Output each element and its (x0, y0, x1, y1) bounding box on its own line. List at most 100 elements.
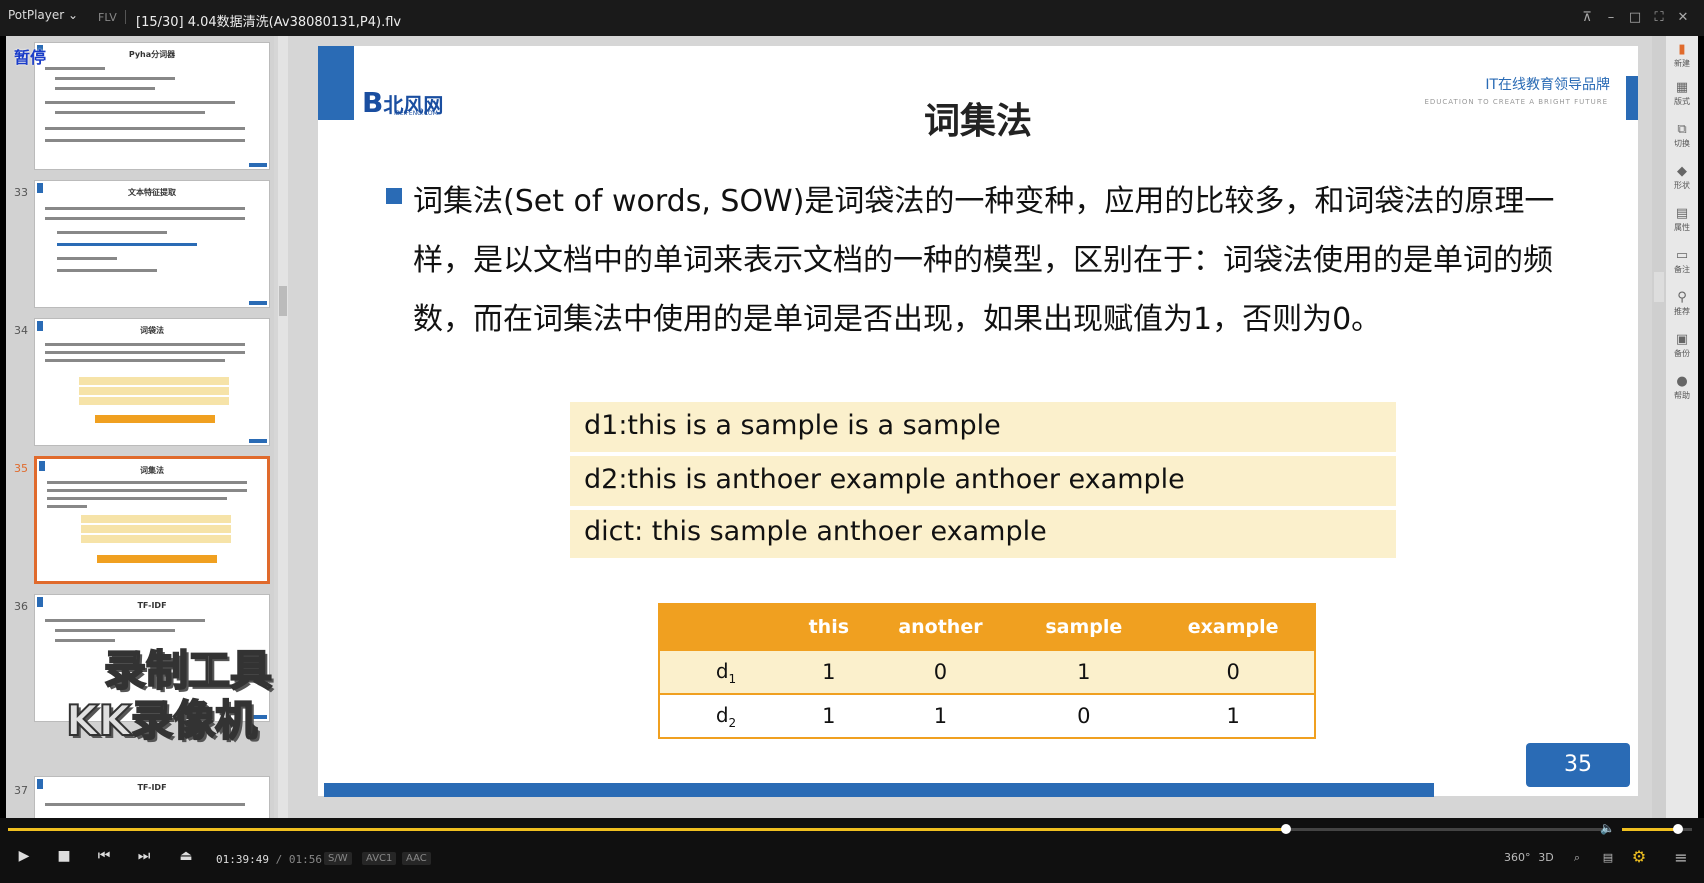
example-block (81, 515, 231, 523)
close-icon[interactable]: ✕ (1674, 10, 1692, 25)
current-time: 01:39:49 (216, 853, 269, 866)
fullscreen-icon[interactable]: ⛶ (1650, 10, 1668, 25)
playlist-icon[interactable]: ▤ (1597, 851, 1619, 864)
format-label: FLV (98, 11, 117, 24)
text-line (47, 489, 247, 492)
thumbnail-title: Pyha分词器 (128, 50, 176, 59)
slide-thumbnail: TF-IDF (34, 776, 270, 818)
scrollbar-knob[interactable] (1654, 272, 1664, 302)
text-line (45, 619, 205, 622)
text-line (45, 217, 245, 220)
video-codec-badge: AVC1 (362, 852, 397, 865)
zoom-icon[interactable]: ⌕ (1566, 851, 1588, 865)
table-cell: 1 (1152, 693, 1315, 738)
3d-button[interactable]: 3D (1535, 851, 1557, 864)
menu-icon[interactable]: ≡ (1670, 848, 1692, 867)
table-cell: 1 (1015, 649, 1153, 694)
title-bar: PotPlayer ⌄ FLV [15/30] 4.04数据清洗(Av38080… (0, 0, 1704, 36)
paused-indicator: 暂停 (14, 48, 47, 67)
thumbnail-bar (249, 439, 267, 443)
recorder-watermark: 录制工具 KK录像机 (65, 645, 273, 746)
example-line: d1:this is a sample is a sample (584, 410, 1001, 441)
slide-scrollbar[interactable] (1652, 36, 1666, 818)
backup-icon: ▣ (1675, 332, 1689, 347)
vr-360-button[interactable]: 360° (1504, 851, 1531, 864)
minimize-icon[interactable]: – (1602, 10, 1620, 25)
shape-icon: ◆ (1677, 164, 1687, 179)
tool-switch[interactable]: ⧉ 切换 (1669, 122, 1695, 149)
table-header-row: this another sample example (659, 604, 1315, 650)
tool-label: 属性 (1674, 223, 1690, 232)
app-menu-button[interactable]: PotPlayer ⌄ (8, 8, 78, 22)
thumbnail-number: 33 (14, 186, 28, 199)
seek-bar[interactable] (8, 824, 1606, 834)
slide-thumbnail: Pyha分词器 (34, 42, 270, 170)
row-label-text: d (715, 702, 729, 727)
seek-progress (8, 828, 1287, 831)
example-line: d2:this is anthoer example anthoer examp… (584, 464, 1185, 495)
sw-badge[interactable]: S/W (324, 852, 352, 865)
divider (125, 10, 126, 24)
tool-new[interactable]: ▮ 新建 (1669, 42, 1695, 69)
slide-thumbnail-active[interactable]: 词集法 (34, 456, 270, 584)
text-line (47, 497, 227, 500)
row-label-text: d (715, 658, 729, 683)
example-block (81, 525, 231, 533)
tool-notes[interactable]: ▭ 备注 (1669, 248, 1695, 275)
brand-slogan: IT在线教育领导品牌 (1485, 77, 1610, 93)
slide-paragraph: 词集法(Set of words, SOW)是词袋法的一种变种，应用的比较多，和… (413, 184, 1555, 337)
seek-handle[interactable] (1281, 824, 1292, 834)
table-header: another (865, 604, 1016, 650)
next-icon[interactable]: ⏭ (132, 848, 156, 864)
tool-shape[interactable]: ◆ 形状 (1669, 164, 1695, 191)
notes-icon: ▭ (1675, 248, 1689, 263)
text-line (45, 127, 245, 130)
property-icon: ▤ (1675, 206, 1689, 221)
text-line (47, 481, 247, 484)
table-cell: 0 (1152, 649, 1315, 694)
tool-label: 形状 (1674, 181, 1690, 190)
editor-tool-strip: ▮ 新建 ▦ 版式 ⧉ 切换 ◆ 形状 ▤ 属性 ▭ 备注 ⚲ 推荐 ▣ 备份 ● 帮助 (1666, 36, 1698, 818)
text-line (55, 629, 175, 632)
text-line (55, 87, 155, 90)
slide-title: 词集法 (923, 101, 1032, 142)
audio-codec-badge: AAC (402, 852, 431, 865)
row-label: d2 (659, 693, 792, 738)
volume-slider[interactable] (1622, 824, 1692, 834)
tool-layout[interactable]: ▦ 版式 (1669, 80, 1695, 107)
watermark-line: 录制工具 (103, 645, 273, 696)
player-control-bar: 🔈 ▶ ■ ⏮ ⏭ ⏏ 01:39:49 / 01:56:02 S/W AVC1… (0, 818, 1704, 883)
slide-thumbnail: 词袋法 (34, 318, 270, 446)
divider (570, 452, 1396, 456)
tool-property[interactable]: ▤ 属性 (1669, 206, 1695, 233)
text-line (45, 207, 245, 210)
eject-icon[interactable]: ⏏ (174, 848, 198, 864)
example-line: dict: this sample anthoer example (584, 516, 1047, 547)
stop-icon[interactable]: ■ (52, 848, 76, 864)
example-block (79, 387, 229, 395)
tool-help[interactable]: ● 帮助 (1669, 374, 1695, 401)
tool-backup[interactable]: ▣ 备份 (1669, 332, 1695, 359)
settings-gear-icon[interactable]: ⚙ (1628, 847, 1650, 866)
play-icon[interactable]: ▶ (12, 848, 36, 864)
slide-footer-bar (324, 783, 1434, 797)
layout-icon: ▦ (1675, 80, 1689, 95)
thumbnail-scrollbar[interactable] (278, 36, 288, 818)
previous-icon[interactable]: ⏮ (92, 848, 116, 864)
text-line (47, 505, 87, 508)
table-cell: 1 (792, 693, 866, 738)
volume-handle[interactable] (1673, 824, 1683, 834)
presentation-slide: B北风网 IBEIFENG.COM IT在线教育领导品牌 EDUCATION T… (318, 46, 1638, 797)
text-line (45, 803, 245, 806)
video-frame[interactable]: Pyha分词器 33 文本特征提取 34 词袋法 35 词集法 36 TF-ID… (6, 36, 1698, 818)
divider (570, 506, 1396, 510)
maximize-icon[interactable]: □ (1626, 10, 1644, 25)
text-line (45, 67, 105, 70)
scrollbar-knob[interactable] (279, 286, 287, 316)
volume-icon[interactable]: 🔈 (1600, 821, 1615, 835)
thumbnail-title: 文本特征提取 (128, 188, 176, 197)
text-line (45, 351, 245, 354)
tool-recommend[interactable]: ⚲ 推荐 (1669, 290, 1695, 317)
bullet-square-icon (386, 188, 402, 204)
pin-icon[interactable]: ⊼ (1578, 10, 1596, 25)
